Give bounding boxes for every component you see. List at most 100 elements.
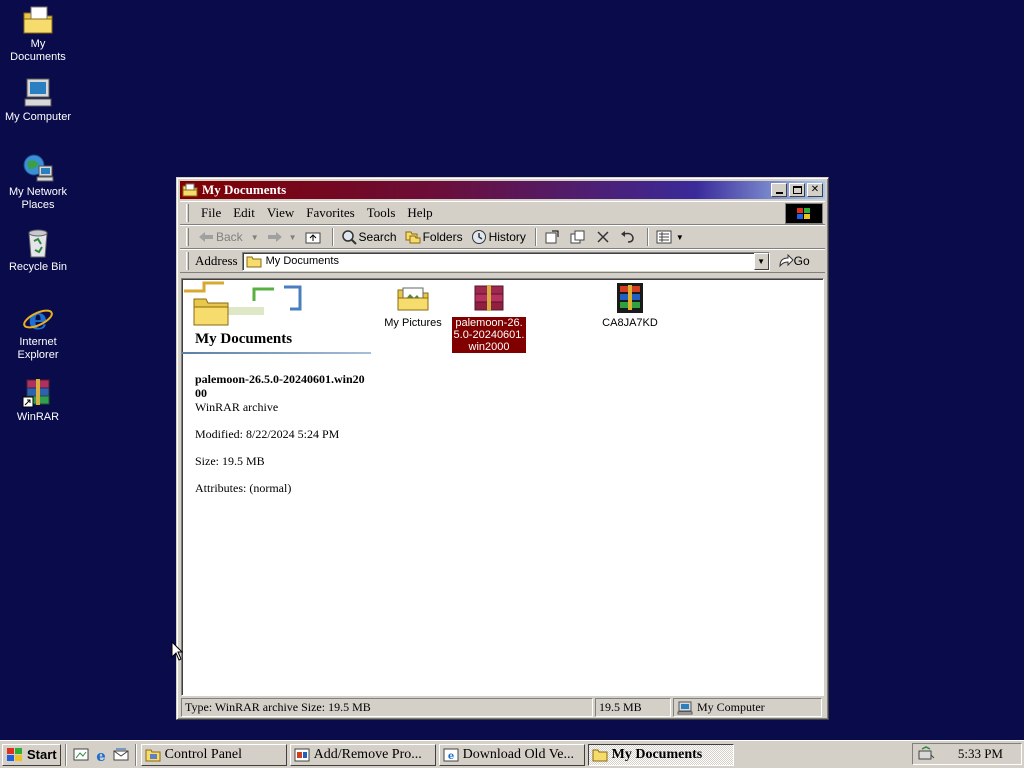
quicklaunch-internet-explorer[interactable]: e (91, 745, 111, 765)
toolbar-separator (646, 228, 649, 246)
address-grip[interactable] (186, 252, 189, 270)
menu-help[interactable]: Help (401, 204, 438, 222)
forward-button[interactable]: ▼ (264, 227, 300, 247)
menu-favorites[interactable]: Favorites (300, 204, 360, 222)
file-item-label: CA8JA7KD (602, 317, 658, 329)
go-button[interactable]: Go (778, 254, 810, 268)
views-dropdown-icon[interactable]: ▼ (676, 233, 684, 242)
chevron-down-icon: ▼ (757, 256, 766, 266)
title-bar[interactable]: My Documents ✕ (180, 181, 825, 199)
status-size: 19.5 MB (595, 698, 671, 717)
go-arrow-icon (779, 254, 794, 268)
address-bar: Address My Documents ▼ Go (180, 249, 825, 273)
task-label: My Documents (611, 746, 703, 762)
explorer-window: My Documents ✕ File Edit View Favorites … (176, 177, 829, 720)
file-item-my-pictures[interactable]: My Pictures (374, 282, 452, 329)
back-label: Back (216, 230, 243, 244)
menu-view[interactable]: View (261, 204, 300, 222)
taskbar: Start e Control Panel Add/Remove Pro... … (0, 740, 1024, 768)
selected-file-attributes: Attributes: (normal) (195, 481, 292, 495)
title-divider (182, 352, 371, 354)
desktop-icon-my-computer[interactable]: My Computer (0, 77, 76, 124)
file-item-label: palemoon-26.5.0-20240601.win2000 (452, 317, 526, 353)
selection-details: palemoon-26.5.0-20240601.win2000 WinRAR … (195, 372, 365, 495)
desktop-icon-my-documents[interactable]: My Documents (0, 4, 76, 64)
my-documents-icon (23, 6, 53, 34)
history-icon (471, 230, 486, 244)
move-to-button[interactable] (541, 227, 565, 247)
start-label: Start (27, 747, 57, 762)
my-computer-icon (24, 78, 52, 107)
address-input[interactable]: My Documents ▼ (241, 251, 770, 271)
file-item-label: My Pictures (384, 317, 442, 329)
minimize-button[interactable] (771, 183, 787, 197)
history-button[interactable]: History (468, 227, 529, 247)
winrar-installer-icon (617, 283, 643, 313)
show-desktop-icon (73, 748, 89, 760)
windows-logo (785, 203, 823, 224)
desktop-icon-label: My Computer (4, 111, 72, 123)
windows-flag-icon (797, 207, 810, 219)
browser-page-icon: e (443, 748, 459, 762)
undo-icon (620, 231, 634, 243)
network-places-icon (23, 154, 54, 182)
back-dropdown-icon[interactable]: ▼ (251, 233, 259, 242)
toolbar-separator (331, 228, 334, 246)
add-remove-programs-icon (294, 748, 310, 761)
file-item-palemoon-archive[interactable]: palemoon-26.5.0-20240601.win2000 (450, 282, 528, 353)
quicklaunch-show-desktop[interactable] (71, 745, 91, 765)
toolbar-grip[interactable] (186, 228, 189, 246)
task-control-panel[interactable]: Control Panel (140, 743, 287, 766)
folders-button[interactable]: Folders (402, 227, 466, 247)
system-tray: 5:33 PM (912, 743, 1022, 765)
copy-to-button[interactable] (567, 227, 591, 247)
back-button[interactable]: Back ▼ (195, 227, 262, 247)
close-button[interactable]: ✕ (807, 183, 823, 197)
folder-banner-icon (184, 281, 302, 326)
internet-explorer-icon: e (96, 747, 106, 763)
selected-file-type: WinRAR archive (195, 400, 279, 414)
desktop-icon-label: My Documents (10, 38, 66, 63)
internet-explorer-icon: e (23, 302, 53, 334)
menu-bar: File Edit View Favorites Tools Help (180, 201, 825, 225)
desktop-icon-internet-explorer[interactable]: e Internet Explorer (0, 302, 76, 362)
desktop-icon-network-places[interactable]: My Network Places (0, 152, 76, 212)
views-button[interactable]: ▼ (653, 227, 687, 247)
desktop-icon-label: Internet Explorer (17, 336, 59, 361)
folder-title: My Documents (195, 331, 293, 347)
task-add-remove-programs[interactable]: Add/Remove Pro... (289, 743, 436, 766)
start-button[interactable]: Start (2, 743, 61, 766)
up-folder-button[interactable] (302, 227, 326, 247)
undo-button[interactable] (617, 227, 641, 247)
maximize-button[interactable] (789, 183, 805, 197)
folder-view[interactable]: My Documents palemoon-26.5.0-20240601.wi… (181, 278, 824, 696)
address-value: My Documents (265, 255, 339, 267)
menu-file[interactable]: File (195, 204, 227, 222)
task-my-documents[interactable]: My Documents (587, 743, 734, 766)
search-button[interactable]: Search (338, 227, 400, 247)
standard-toolbar: Back ▼ ▼ Search Folders History ▼ (180, 225, 825, 249)
address-label: Address (195, 253, 238, 268)
delete-button[interactable] (593, 227, 615, 247)
taskbar-separator (134, 743, 137, 766)
quicklaunch-outlook-express[interactable] (111, 745, 131, 765)
forward-arrow-icon (267, 232, 282, 242)
forward-dropdown-icon[interactable]: ▼ (289, 233, 297, 242)
mouse-cursor-icon (171, 641, 183, 661)
delete-icon (597, 231, 609, 243)
clock[interactable]: 5:33 PM (958, 746, 1003, 762)
selected-file-modified: Modified: 8/22/2024 5:24 PM (195, 427, 340, 441)
menu-grip[interactable] (186, 204, 189, 222)
desktop-icon-winrar[interactable]: WinRAR (0, 377, 76, 424)
desktop-icon-recycle-bin[interactable]: Recycle Bin (0, 227, 76, 274)
task-download-old-versions[interactable]: e Download Old Ve... (438, 743, 585, 766)
pictures-folder-icon (397, 287, 429, 311)
display-settings-icon[interactable] (917, 746, 935, 762)
status-bar: Type: WinRAR archive Size: 19.5 MB 19.5 … (181, 698, 824, 718)
taskbar-separator (64, 743, 67, 766)
outlook-express-icon (113, 748, 129, 760)
menu-edit[interactable]: Edit (227, 204, 261, 222)
file-item-ca8ja7kd[interactable]: CA8JA7KD (591, 282, 669, 329)
address-dropdown-button[interactable]: ▼ (753, 252, 769, 270)
menu-tools[interactable]: Tools (361, 204, 402, 222)
